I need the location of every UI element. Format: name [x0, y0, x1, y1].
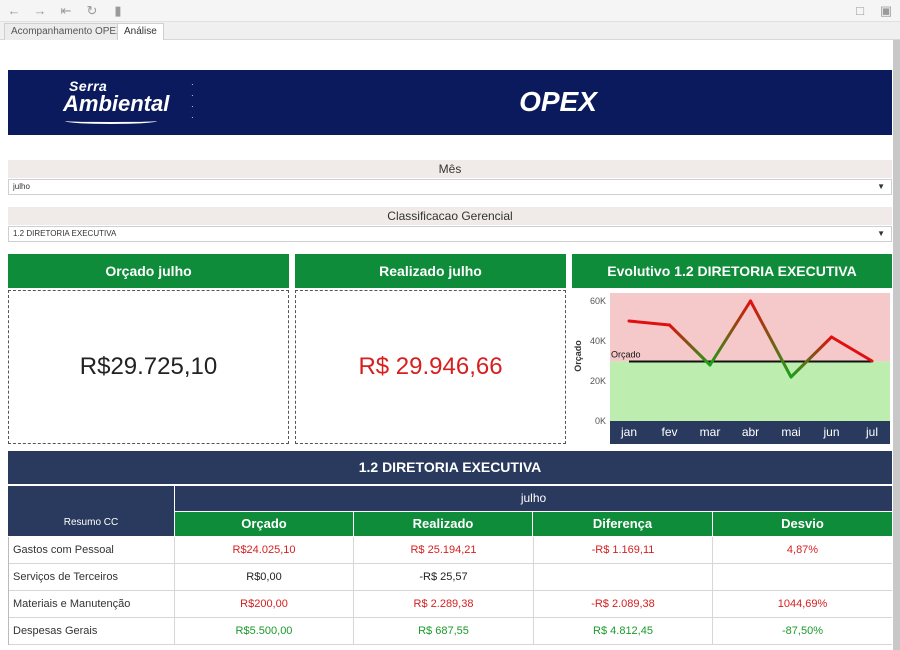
table-cell-diferena: R$ 4.812,45	[533, 618, 712, 645]
reference-line-label: Orçado	[611, 350, 641, 360]
row-label: Materiais e Manutenção	[8, 591, 174, 618]
x-tick-label: abr	[742, 425, 759, 439]
redo-icon[interactable]: →	[32, 3, 48, 19]
table-cell-desvio: -87,50%	[712, 618, 892, 645]
table-row[interactable]: Gastos com Pessoal R$24.025,10 R$ 25.194,2…	[8, 537, 892, 564]
pause-icon[interactable]: ▮	[110, 3, 126, 19]
chevron-down-icon: ▼	[877, 229, 885, 238]
tab-bar: Acompanhamento OPEX Análise	[0, 22, 900, 40]
chevron-down-icon: ▼	[877, 182, 885, 191]
undo-icon[interactable]: ←	[6, 3, 22, 19]
table-row[interactable]: Serviços de Terceiros R$0,00 -R$ 25,57	[8, 564, 892, 591]
table-cell-orado: R$200,00	[174, 591, 353, 618]
x-tick-label: jun	[822, 425, 839, 439]
month-filter-select[interactable]: julho ▼	[8, 179, 892, 195]
revert-icon[interactable]: ⇤	[58, 3, 74, 19]
table-row[interactable]: Materiais e Manutenção R$200,00 R$ 2.289,3…	[8, 591, 892, 618]
month-filter-title: Mês	[8, 160, 892, 178]
comment-icon[interactable]: □	[852, 3, 868, 19]
below-budget-band	[610, 361, 890, 421]
evolutivo-chart: 0K 20K 40K 60K Orçado Orçado jan fev mar abr mai ju…	[572, 290, 892, 444]
classification-filter-select[interactable]: 1.2 DIRETORIA EXECUTIVA ▼	[8, 226, 892, 242]
table-cell-realizado: -R$ 25,57	[353, 564, 533, 591]
table-cell-orado: R$5.500,00	[174, 618, 353, 645]
table-cell-realizado: R$ 25.194,21	[353, 537, 533, 564]
table-cell-orado: R$0,00	[174, 564, 353, 591]
tab-analise[interactable]: Análise	[117, 23, 164, 40]
table-row[interactable]: Despesas Gerais R$5.500,00 R$ 687,55 R$ 4.8…	[8, 618, 892, 645]
refresh-icon[interactable]: ↻	[84, 3, 100, 19]
table-cell-diferena	[533, 564, 712, 591]
toolbar: ← → ⇤ ↻ ▮ □ ▣	[0, 0, 900, 22]
orcado-kpi-value: R$29.725,10	[8, 290, 289, 444]
chart-title: Evolutivo 1.2 DIRETORIA EXECUTIVA	[572, 254, 892, 288]
header-banner: Serra Ambiental · · · · OPEX	[8, 70, 892, 135]
y-tick-label: 20K	[590, 376, 606, 386]
x-tick-label: mai	[781, 425, 800, 439]
classification-filter-title: Classificacao Gerencial	[8, 207, 892, 225]
row-header-label: Resumo CC	[8, 486, 174, 536]
table-cell-realizado: R$ 2.289,38	[353, 591, 533, 618]
table-cell-realizado: R$ 687,55	[353, 618, 533, 645]
orcado-kpi-title: Orçado julho	[8, 254, 289, 288]
x-tick-label: mar	[700, 425, 721, 439]
month-filter-value: julho	[13, 182, 30, 191]
table-cell-desvio: 4,87%	[712, 537, 892, 564]
line-chart-svg: 0K 20K 40K 60K Orçado Orçado jan fev mar abr mai ju…	[573, 293, 890, 444]
tab-acompanhamento-opex[interactable]: Acompanhamento OPEX	[4, 23, 130, 40]
realizado-kpi-title: Realizado julho	[295, 254, 566, 288]
table-cell-desvio: 1044,69%	[712, 591, 892, 618]
fullscreen-icon[interactable]: ▣	[878, 3, 894, 19]
column-header-desvio[interactable]: Desvio	[713, 512, 892, 536]
x-tick-label: jul	[865, 425, 878, 439]
y-tick-label: 0K	[595, 416, 606, 426]
row-label: Gastos com Pessoal	[8, 537, 174, 564]
classification-filter-value: 1.2 DIRETORIA EXECUTIVA	[13, 229, 117, 238]
column-header-orcado[interactable]: Orçado	[175, 512, 353, 536]
table-cell-orado: R$24.025,10	[174, 537, 353, 564]
table-section-title: 1.2 DIRETORIA EXECUTIVA	[8, 451, 892, 484]
x-tick-label: jan	[620, 425, 637, 439]
y-tick-label: 40K	[590, 336, 606, 346]
x-tick-label: fev	[661, 425, 677, 439]
page-title: OPEX	[519, 86, 597, 117]
separator-dots: · · · ·	[191, 80, 194, 122]
row-label: Serviços de Terceiros	[8, 564, 174, 591]
table-cell-diferena: -R$ 1.169,11	[533, 537, 712, 564]
realizado-kpi-value: R$ 29.946,66	[295, 290, 566, 444]
table-cell-diferena: -R$ 2.089,38	[533, 591, 712, 618]
y-tick-label: 60K	[590, 296, 606, 306]
company-logo: Serra Ambiental	[63, 78, 169, 124]
column-header-diferenca[interactable]: Diferença	[533, 512, 712, 536]
y-axis-label: Orçado	[573, 340, 583, 372]
table-month-header: julho	[175, 486, 892, 511]
row-label: Despesas Gerais	[8, 618, 174, 645]
vertical-scrollbar[interactable]	[893, 40, 900, 650]
column-header-realizado[interactable]: Realizado	[354, 512, 532, 536]
table-cell-desvio	[712, 564, 892, 591]
